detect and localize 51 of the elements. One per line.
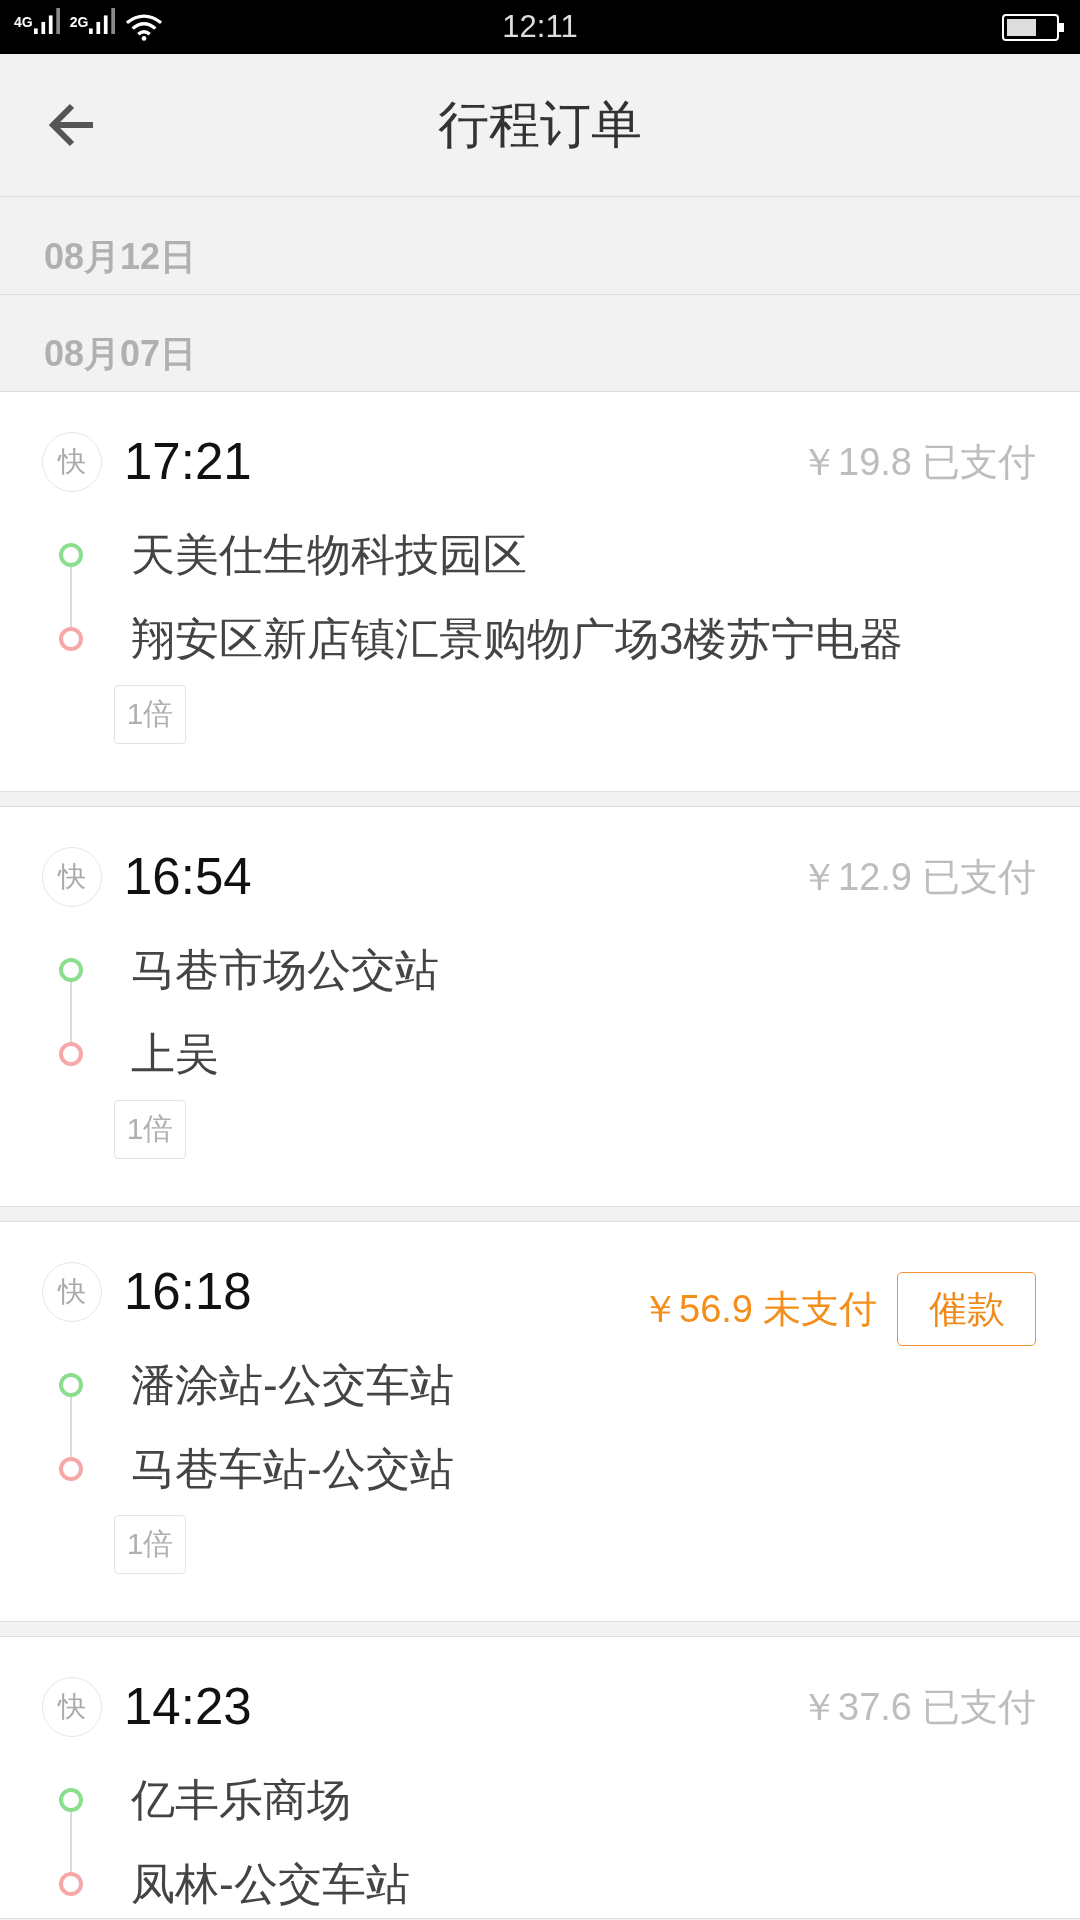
origin-dot-icon <box>59 1373 83 1397</box>
destination-address: 上吴 <box>131 1030 220 1078</box>
date-header: 08月07日 <box>44 332 197 375</box>
destination-dot-icon <box>59 1872 83 1896</box>
payment-status: 已支付 <box>922 1685 1036 1730</box>
payment-status: 已支付 <box>922 440 1036 485</box>
network-type-label: 2G <box>69 14 89 30</box>
fare-amount: ￥12.9 <box>800 855 912 900</box>
fare-amount: ￥56.9 <box>641 1287 753 1332</box>
route-connector-line <box>70 1812 72 1872</box>
fare-amount: ￥19.8 <box>800 440 912 485</box>
origin-dot-icon <box>59 958 83 982</box>
destination-dot-icon <box>59 1042 83 1066</box>
order-time: 17:21 <box>124 432 252 492</box>
battery-icon <box>1002 13 1064 41</box>
destination-address: 凤林-公交车站 <box>131 1860 410 1908</box>
order-time: 16:54 <box>124 847 252 907</box>
order-time: 14:23 <box>124 1677 252 1737</box>
origin-address: 马巷市场公交站 <box>131 946 439 994</box>
date-header: 08月12日 <box>44 235 197 278</box>
fare-multiplier-tag: 1倍 <box>114 1100 186 1159</box>
route-connector-line <box>70 982 72 1042</box>
fare-amount: ￥37.6 <box>800 1685 912 1730</box>
payment-status: 未支付 <box>763 1287 877 1332</box>
signal-strength-icon <box>89 8 116 34</box>
clock-time: 12:11 <box>502 9 578 45</box>
back-arrow-icon <box>47 102 95 148</box>
order-card[interactable]: 快 16:18 ￥56.9 未支付 催款 潘涂站-公交车站 马巷车站-公交站 1倍 <box>0 1221 1080 1622</box>
order-card[interactable]: 快 17:21 ￥19.8 已支付 天美仕生物科技园区 翔安区新店镇汇景购物广场3楼苏宁电器 1倍 <box>0 392 1080 792</box>
origin-dot-icon <box>59 543 83 567</box>
destination-dot-icon <box>59 1457 83 1481</box>
origin-address: 潘涂站-公交车站 <box>131 1361 454 1409</box>
fare-multiplier-tag: 1倍 <box>114 685 186 744</box>
route-connector-line <box>70 567 72 627</box>
origin-address: 天美仕生物科技园区 <box>131 531 528 579</box>
destination-dot-icon <box>59 627 83 651</box>
destination-address: 马巷车站-公交站 <box>131 1445 454 1493</box>
order-time: 16:18 <box>124 1262 252 1322</box>
origin-address: 亿丰乐商场 <box>131 1776 352 1824</box>
destination-address: 翔安区新店镇汇景购物广场3楼苏宁电器 <box>131 615 904 663</box>
signal-strength-icon <box>33 8 60 34</box>
network-type-label: 4G <box>14 14 33 30</box>
payment-status: 已支付 <box>922 855 1036 900</box>
route-connector-line <box>70 1397 72 1457</box>
order-card[interactable]: 快 16:54 ￥12.9 已支付 马巷市场公交站 上吴 1倍 <box>0 806 1080 1207</box>
wifi-icon <box>125 13 164 41</box>
back-button[interactable] <box>47 102 95 148</box>
page-title: 行程订单 <box>438 94 642 155</box>
fare-multiplier-tag: 1倍 <box>114 1515 186 1574</box>
origin-dot-icon <box>59 1788 83 1812</box>
order-card[interactable]: 快 14:23 ￥37.6 已支付 亿丰乐商场 凤林-公交车站 <box>0 1636 1080 1919</box>
